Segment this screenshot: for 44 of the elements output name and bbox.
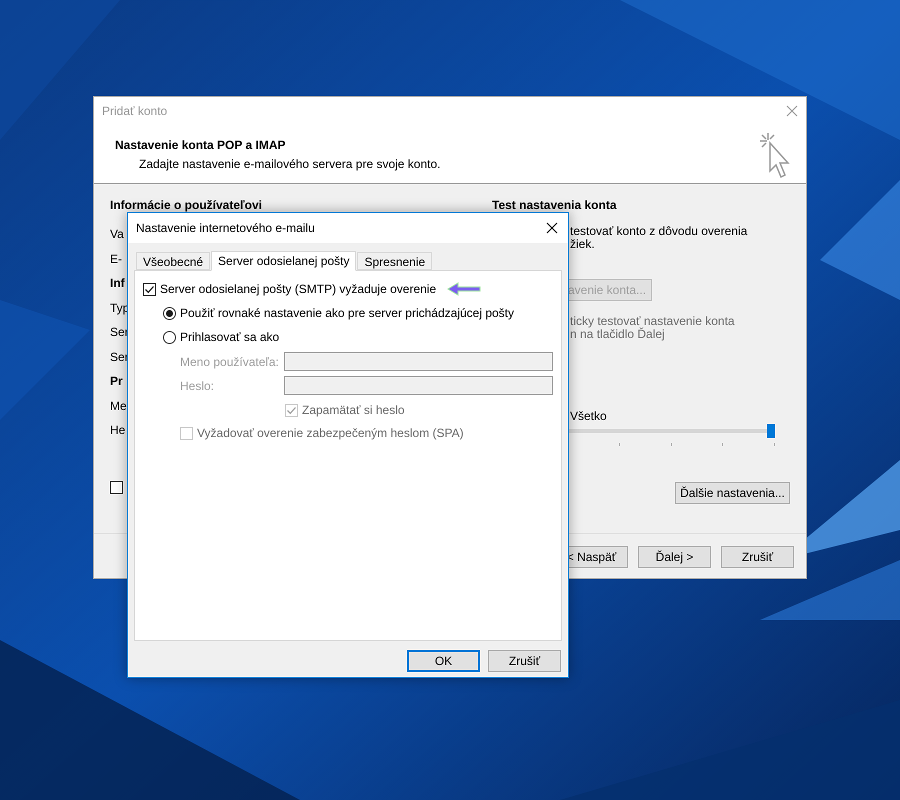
- field-label: Meno používateľa:: [180, 354, 280, 370]
- checkbox[interactable]: [143, 282, 156, 296]
- subheading: Zadajte nastavenie e-mailového servera pre svoje konto.: [138, 156, 440, 173]
- description-text: ticky testovať nastavenie konta: [570, 315, 735, 328]
- heading: Nastavenie konta POP a IMAP: [115, 137, 287, 154]
- dialog-button[interactable]: Zrušiť: [488, 650, 561, 672]
- field-label: Heslo:: [180, 378, 216, 394]
- slider-tick: [619, 443, 620, 446]
- tab[interactable]: Všeobecné: [136, 252, 210, 270]
- section-title: Informácie o používateľovi: [110, 198, 262, 212]
- field-label: Ser: [110, 348, 129, 366]
- dialog-title: Nastavenie internetového e-mailu: [136, 220, 315, 237]
- close-icon[interactable]: [546, 222, 558, 234]
- section-title: Pr: [110, 373, 123, 390]
- field-label: Ser: [110, 324, 129, 341]
- description-text: testovať konto z dôvodu overenia: [570, 225, 748, 238]
- radio-button[interactable]: [163, 330, 176, 344]
- dialog-button[interactable]: OK: [407, 650, 480, 672]
- dialog-button[interactable]: Zrušiť: [721, 546, 794, 568]
- slider-label: Všetko: [570, 409, 607, 423]
- checkbox-label: Zapamätať si heslo: [302, 402, 405, 419]
- radio-label: Použiť rovnaké nastavenie ako pre server prichádzajúcej pošty: [180, 305, 514, 322]
- window-title: Pridať konto: [102, 103, 168, 120]
- field-label: Va: [110, 226, 124, 243]
- section-title: Test nastavenia konta: [492, 198, 616, 212]
- cursor-icon: [758, 131, 792, 181]
- arrow-icon: [446, 282, 482, 296]
- radio-label: Prihlasovať sa ako: [180, 329, 280, 346]
- slider-thumb[interactable]: [767, 424, 775, 438]
- dialog-button[interactable]: Ďalej >: [638, 546, 711, 568]
- field-label: Me: [110, 398, 127, 414]
- field-label: E-: [110, 250, 122, 268]
- checkbox-label: Server odosielanej pošty (SMTP) vyžaduje overenie: [160, 281, 436, 298]
- field-label: He: [110, 422, 126, 439]
- description-text: n na tlačidlo Ďalej: [570, 328, 665, 341]
- section-title: Inf: [110, 275, 125, 292]
- more-settings-button[interactable]: Ďalšie nastavenia...: [675, 482, 790, 504]
- tab[interactable]: Spresnenie: [357, 252, 432, 270]
- radio-button[interactable]: [163, 306, 176, 320]
- description-text: žiek.: [570, 238, 595, 251]
- slider-tick: [774, 443, 775, 446]
- checkbox-label: Vyžadovať overenie zabezpečeným heslom (SPA): [197, 425, 464, 442]
- tab[interactable]: Server odosielanej pošty: [211, 251, 356, 271]
- checkbox[interactable]: [110, 480, 123, 494]
